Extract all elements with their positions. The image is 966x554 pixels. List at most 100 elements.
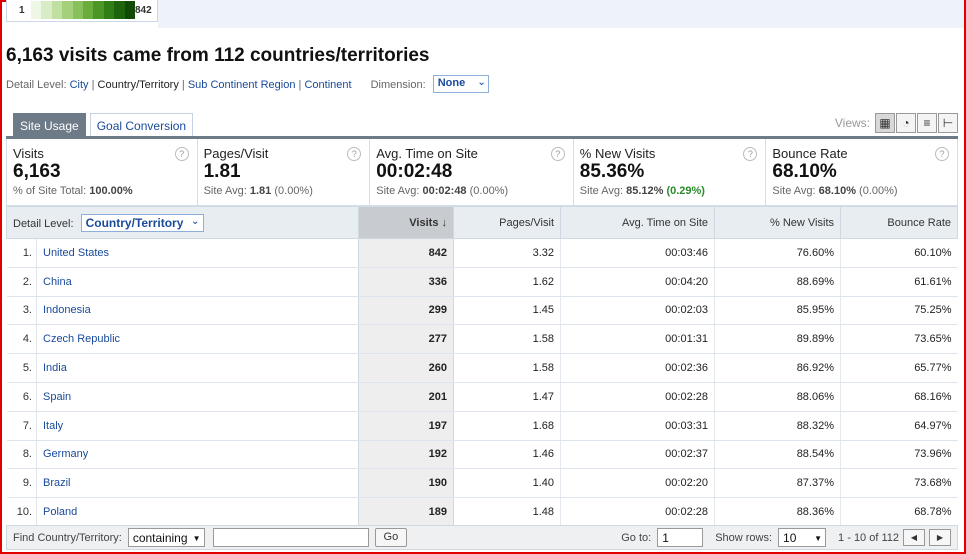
- scale-step: [114, 1, 125, 19]
- cell-pages-visit: 1.62: [453, 267, 561, 297]
- cell-bounce-rate: 68.78%: [840, 497, 958, 527]
- goto-input[interactable]: 1: [657, 528, 704, 547]
- goto-label: Go to:: [621, 531, 652, 544]
- col-header-avg-time[interactable]: Avg. Time on Site: [560, 206, 715, 239]
- country-link[interactable]: Poland: [36, 497, 359, 527]
- help-icon[interactable]: ?: [934, 147, 949, 161]
- col-header-new-visits[interactable]: % New Visits: [714, 206, 841, 239]
- next-page-icon[interactable]: ▶: [929, 529, 951, 546]
- help-icon[interactable]: ?: [550, 147, 565, 161]
- detail-level-link[interactable]: Continent: [304, 79, 351, 91]
- detail-level-link[interactable]: City: [70, 79, 89, 91]
- rows-select[interactable]: 10 ▼: [778, 528, 827, 547]
- row-number: 10.: [6, 497, 37, 527]
- country-link[interactable]: Indonesia: [36, 296, 359, 326]
- detail-level-header: Detail Level: Country/Territory ⌄: [6, 206, 359, 239]
- cell-pages-visit: 1.47: [453, 382, 561, 412]
- scale-step: [83, 1, 94, 19]
- go-button[interactable]: Go: [374, 528, 408, 547]
- data-table: Detail Level: Country/Territory ⌄ Visits …: [6, 206, 958, 527]
- metric-change: (0.00%): [274, 185, 313, 197]
- table-detail-label: Detail Level:: [13, 217, 74, 230]
- help-icon[interactable]: ?: [174, 147, 189, 161]
- cell-new-visits: 76.60%: [714, 238, 841, 268]
- cell-bounce-rate: 75.25%: [840, 296, 958, 326]
- cell-pages-visit: 1.58: [453, 353, 561, 383]
- prev-page-icon[interactable]: ◀: [903, 529, 925, 546]
- tab-goal-conversion[interactable]: Goal Conversion: [89, 113, 194, 136]
- table-view-icon[interactable]: ▦: [875, 113, 895, 133]
- cell-new-visits: 85.95%: [714, 296, 841, 326]
- country-link[interactable]: Germany: [36, 440, 359, 470]
- sort-desc-icon: ↓: [441, 216, 448, 229]
- cell-pages-visit: 1.45: [453, 296, 561, 326]
- dropdown-arrow-icon: ▼: [192, 534, 201, 543]
- country-link[interactable]: Czech Republic: [36, 324, 359, 355]
- cell-pages-visit: 1.58: [453, 324, 561, 355]
- metric-card: Bounce Rate 68.10% Site Avg: 68.10% (0.00%…: [766, 139, 957, 205]
- cell-pages-visit: 1.48: [453, 497, 561, 527]
- link-separator: |: [178, 78, 188, 91]
- filter-mode-select[interactable]: containing ▼: [127, 528, 205, 547]
- metric-name: Visits: [13, 146, 44, 161]
- scale-max-label: 842: [135, 5, 152, 16]
- cell-visits: 336: [358, 267, 454, 297]
- cell-avg-time: 00:02:28: [560, 497, 715, 527]
- dimension-select[interactable]: None ⌄: [432, 75, 489, 93]
- metric-card: Avg. Time on Site 00:02:48 Site Avg: 00:02…: [370, 139, 574, 205]
- scale-step: [41, 1, 52, 19]
- col-header-pages-visit[interactable]: Pages/Visit: [453, 206, 561, 239]
- col-visits-label: Visits: [409, 216, 439, 229]
- country-link[interactable]: Italy: [36, 411, 359, 441]
- country-link[interactable]: China: [36, 267, 359, 297]
- table-row: 9. Brazil 190 1.40 00:02:20 87.37% 73.68%: [6, 468, 958, 499]
- find-input[interactable]: [212, 528, 369, 547]
- cell-bounce-rate: 60.10%: [840, 238, 958, 268]
- pivot-view-icon[interactable]: ⊢: [938, 113, 958, 133]
- bar-view-icon[interactable]: ≡: [917, 113, 937, 133]
- metric-change: (0.00%): [859, 185, 898, 197]
- country-link[interactable]: India: [36, 353, 359, 383]
- metric-value: 00:02:48: [376, 161, 453, 182]
- country-link[interactable]: Spain: [36, 382, 359, 412]
- cell-avg-time: 00:01:31: [560, 324, 715, 355]
- table-footer: Find Country/Territory: containing ▼ Go G…: [6, 525, 958, 550]
- detail-level-value: Country/Territory: [85, 215, 184, 230]
- views-label: Views:: [834, 116, 870, 130]
- metric-name: % New Visits: [579, 146, 656, 161]
- detail-level-link[interactable]: Sub Continent Region: [188, 79, 296, 91]
- col-header-visits[interactable]: Visits ↓: [358, 206, 454, 239]
- scale-step: [103, 1, 115, 19]
- cell-new-visits: 89.89%: [714, 324, 841, 355]
- metric-comparison: Site Avg: 68.10% (0.00%): [772, 185, 951, 197]
- cell-bounce-rate: 73.65%: [840, 324, 958, 355]
- metric-card: Pages/Visit 1.81 Site Avg: 1.81 (0.00%)?: [198, 139, 371, 205]
- scale-gradient: [31, 1, 136, 19]
- metric-card: Visits 6,163 % of Site Total: 100.00% ?: [7, 139, 198, 205]
- col-header-bounce-rate[interactable]: Bounce Rate: [840, 206, 958, 239]
- table-row: 5. India 260 1.58 00:02:36 86.92% 65.77%: [6, 353, 958, 383]
- link-separator: |: [88, 78, 98, 91]
- row-number: 9.: [6, 468, 37, 499]
- metric-change: (0.00%): [469, 185, 509, 197]
- scale-step: [93, 1, 104, 19]
- views-switcher: Views: ▦ ◔ ≡ ⊢: [835, 113, 958, 133]
- tab-site-usage[interactable]: Site Usage: [13, 113, 86, 136]
- pie-view-icon[interactable]: ◔: [896, 113, 916, 133]
- cell-avg-time: 00:02:28: [560, 382, 715, 412]
- metric-sub-label: Site Avg:: [579, 185, 624, 197]
- metric-sub-label: Site Avg:: [772, 185, 816, 197]
- cell-bounce-rate: 64.97%: [840, 411, 958, 441]
- country-link[interactable]: United States: [36, 238, 359, 268]
- table-row: 1. United States 842 3.32 00:03:46 76.60% 60.1…: [6, 238, 958, 268]
- row-number: 8.: [6, 440, 37, 470]
- cell-visits: 192: [358, 440, 454, 470]
- detail-level-select[interactable]: Country/Territory ⌄: [80, 213, 205, 232]
- detail-level-bar: Detail Level: City | Country/Territory |…: [6, 75, 489, 94]
- scale-step: [51, 1, 63, 19]
- metric-value: 85.36%: [579, 161, 645, 182]
- country-link[interactable]: Brazil: [36, 468, 359, 499]
- table-header-row: Detail Level: Country/Territory ⌄ Visits …: [6, 206, 958, 239]
- dimension-value: None: [437, 77, 466, 89]
- filter-mode-value: containing: [132, 531, 188, 545]
